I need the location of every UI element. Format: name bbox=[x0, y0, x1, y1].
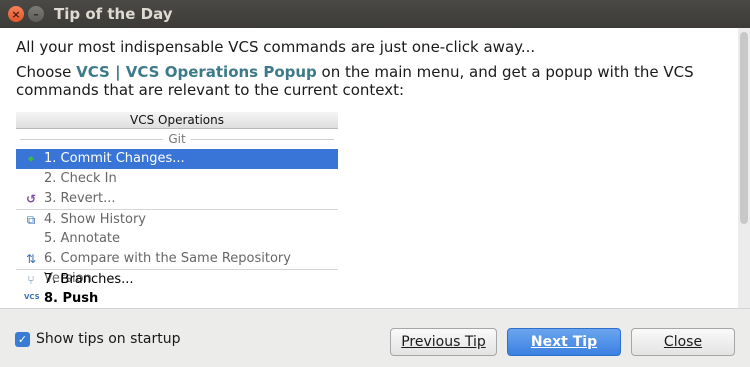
compare-icon: ⇅ bbox=[25, 252, 37, 266]
tip-heading: All your most indispensable VCS commands… bbox=[16, 38, 536, 56]
next-tip-button[interactable]: Next Tip bbox=[507, 328, 621, 356]
popup-header: VCS Operations bbox=[16, 112, 338, 129]
popup-item-check-in: 2. Check In bbox=[16, 169, 338, 189]
show-tips-checkbox[interactable]: ✓ bbox=[15, 331, 30, 347]
popup-item-label: 1. Commit Changes... bbox=[44, 151, 185, 166]
popup-item-revert: ↺ 3. Revert... bbox=[16, 189, 338, 209]
popup-item-show-history: ⧉ 4. Show History bbox=[16, 209, 338, 229]
vcs-operations-popup-screenshot: VCS Operations Git ◆ 1. Commit Changes..… bbox=[16, 112, 338, 308]
popup-item-annotate: 5. Annotate bbox=[16, 229, 338, 249]
popup-item-commit: ◆ 1. Commit Changes... bbox=[16, 149, 338, 169]
popup-item-branches: ⑂ 7. Branches... bbox=[16, 269, 338, 289]
popup-item-push: VCS 8. Push bbox=[16, 289, 338, 308]
previous-tip-button[interactable]: Previous Tip bbox=[390, 328, 497, 356]
popup-item-label: 4. Show History bbox=[44, 212, 146, 227]
popup-item-label: 7. Branches... bbox=[44, 272, 134, 287]
popup-item-label: 3. Revert... bbox=[44, 191, 116, 206]
minimize-window-button[interactable]: – bbox=[28, 6, 44, 22]
tip-content-pane: All your most indispensable VCS commands… bbox=[0, 28, 738, 308]
tip-body-prefix: Choose bbox=[16, 63, 77, 81]
tip-of-the-day-dialog: × – Tip of the Day All your most indispe… bbox=[0, 0, 750, 367]
revert-icon: ↺ bbox=[25, 192, 37, 206]
popup-group-label: Git bbox=[163, 132, 191, 146]
close-icon: × bbox=[11, 7, 21, 21]
popup-group-git: Git bbox=[16, 129, 338, 149]
tip-body: Choose VCS | VCS Operations Popup on the… bbox=[16, 63, 731, 99]
window-title: Tip of the Day bbox=[54, 5, 173, 23]
branches-icon: ⑂ bbox=[27, 273, 35, 287]
minimize-icon: – bbox=[33, 7, 39, 21]
scrollbar-thumb[interactable] bbox=[740, 32, 748, 224]
close-window-button[interactable]: × bbox=[8, 6, 24, 22]
tip-menu-path: VCS | VCS Operations Popup bbox=[76, 63, 317, 81]
popup-item-label: 8. Push bbox=[44, 291, 99, 306]
vcs-push-icon: VCS bbox=[24, 293, 40, 301]
dialog-footer: ✓ Show tips on startup Previous Tip Next… bbox=[0, 308, 750, 367]
history-icon: ⧉ bbox=[26, 213, 36, 227]
show-tips-label[interactable]: Show tips on startup bbox=[36, 331, 181, 347]
close-button[interactable]: Close bbox=[631, 328, 735, 356]
popup-item-label: 2. Check In bbox=[44, 171, 117, 186]
popup-item-label: 5. Annotate bbox=[44, 231, 121, 246]
title-bar: × – Tip of the Day bbox=[0, 0, 750, 28]
popup-item-compare: ⇅ 6. Compare with the Same Repository Ve… bbox=[16, 249, 338, 286]
show-tips-checkbox-row[interactable]: ✓ Show tips on startup bbox=[15, 331, 181, 347]
commit-arrow-icon: ◆ bbox=[27, 154, 35, 163]
